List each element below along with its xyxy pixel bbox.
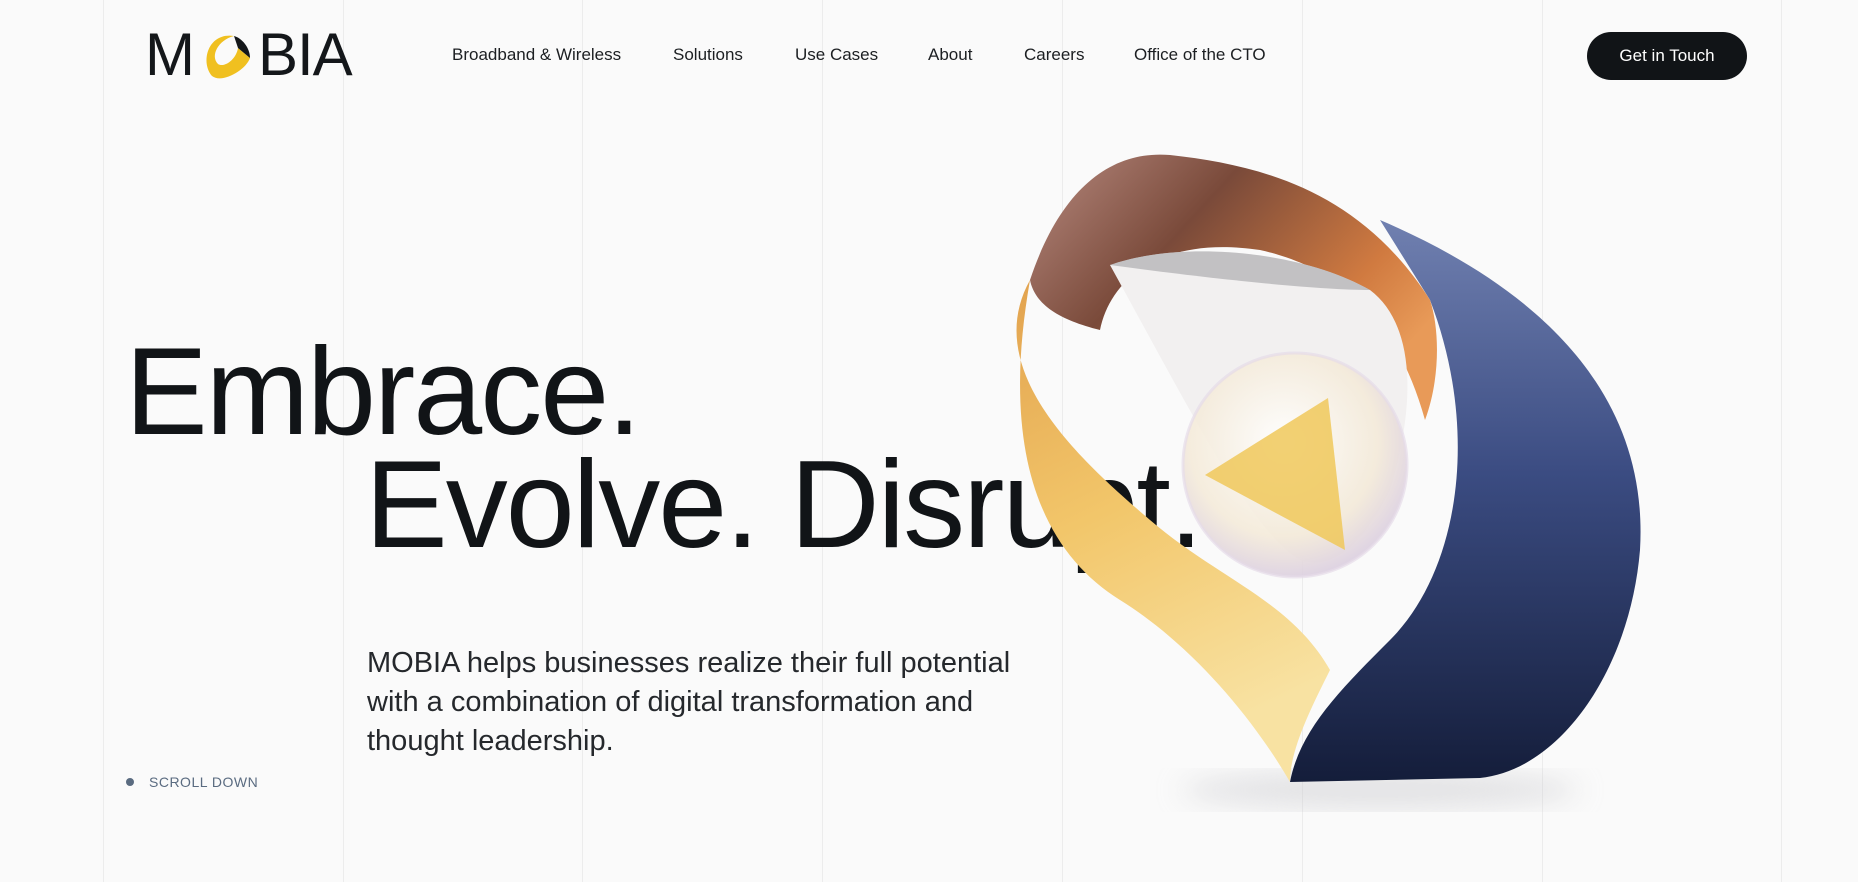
scroll-down-label: SCROLL DOWN <box>149 774 259 790</box>
logo-letter-m: M <box>145 21 195 88</box>
scroll-down-indicator[interactable]: SCROLL DOWN <box>126 774 258 790</box>
nav-about[interactable]: About <box>928 45 972 65</box>
mobia-logo[interactable]: M BIA <box>145 21 353 88</box>
nav-careers[interactable]: Careers <box>1024 45 1084 65</box>
nav-broadband-wireless[interactable]: Broadband & Wireless <box>452 45 621 65</box>
nav-use-cases[interactable]: Use Cases <box>795 45 878 65</box>
nav-office-of-the-cto[interactable]: Office of the CTO <box>1134 45 1266 65</box>
abstract-3d-ribbon-graphic <box>1016 154 1641 808</box>
logo-o-swirl-icon <box>206 35 250 79</box>
grid-line <box>103 0 104 882</box>
logo-letters-bia: BIA <box>257 21 353 88</box>
scroll-dot-icon <box>126 778 134 786</box>
grid-line <box>1781 0 1782 882</box>
get-in-touch-button[interactable]: Get in Touch <box>1587 32 1747 80</box>
nav-solutions[interactable]: Solutions <box>673 45 743 65</box>
